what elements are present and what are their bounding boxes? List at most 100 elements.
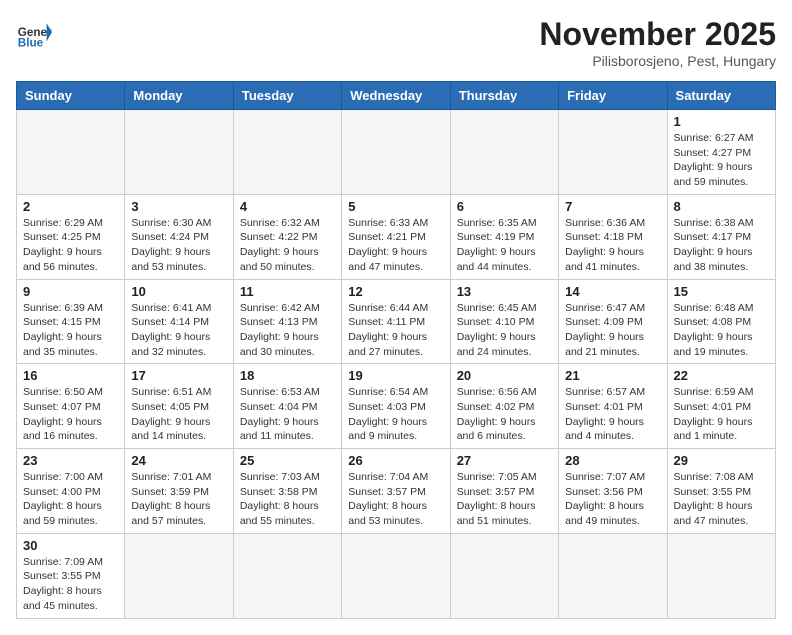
calendar-cell (450, 533, 558, 618)
location-subtitle: Pilisborosjeno, Pest, Hungary (539, 53, 776, 69)
calendar-cell: 12 Sunrise: 6:44 AM Sunset: 4:11 PM Dayli… (342, 279, 450, 364)
weekday-header-monday: Monday (125, 82, 233, 110)
day-info: Sunrise: 6:47 AM Sunset: 4:09 PM Dayligh… (565, 301, 660, 360)
day-info: Sunrise: 6:50 AM Sunset: 4:07 PM Dayligh… (23, 385, 118, 444)
calendar-cell (125, 110, 233, 195)
calendar-cell: 23 Sunrise: 7:00 AM Sunset: 4:00 PM Dayli… (17, 449, 125, 534)
weekday-header-sunday: Sunday (17, 82, 125, 110)
day-number: 19 (348, 368, 443, 383)
calendar-cell (342, 110, 450, 195)
day-number: 5 (348, 199, 443, 214)
day-info: Sunrise: 7:01 AM Sunset: 3:59 PM Dayligh… (131, 470, 226, 529)
calendar-cell (233, 533, 341, 618)
calendar-week-row: 9Sunrise: 6:39 AM Sunset: 4:15 PM Daylig… (17, 279, 776, 364)
weekday-header-wednesday: Wednesday (342, 82, 450, 110)
calendar-week-row: 30Sunrise: 7:09 AM Sunset: 3:55 PM Dayli… (17, 533, 776, 618)
calendar-cell: 10 Sunrise: 6:41 AM Sunset: 4:14 PM Dayli… (125, 279, 233, 364)
calendar-cell (559, 533, 667, 618)
svg-text:Blue: Blue (18, 37, 44, 50)
day-number: 28 (565, 453, 660, 468)
day-number: 22 (674, 368, 769, 383)
day-info: Sunrise: 7:04 AM Sunset: 3:57 PM Dayligh… (348, 470, 443, 529)
day-info: Sunrise: 6:38 AM Sunset: 4:17 PM Dayligh… (674, 216, 769, 275)
day-number: 18 (240, 368, 335, 383)
day-info: Sunrise: 6:41 AM Sunset: 4:14 PM Dayligh… (131, 301, 226, 360)
day-number: 29 (674, 453, 769, 468)
calendar-cell: 30Sunrise: 7:09 AM Sunset: 3:55 PM Dayli… (17, 533, 125, 618)
calendar-cell: 5 Sunrise: 6:33 AM Sunset: 4:21 PM Daylig… (342, 194, 450, 279)
day-number: 7 (565, 199, 660, 214)
month-year-title: November 2025 (539, 16, 776, 53)
calendar-cell (233, 110, 341, 195)
page-header: General Blue November 2025 Pilisborosjen… (16, 16, 776, 69)
day-number: 4 (240, 199, 335, 214)
day-info: Sunrise: 6:51 AM Sunset: 4:05 PM Dayligh… (131, 385, 226, 444)
calendar-cell: 21Sunrise: 6:57 AM Sunset: 4:01 PM Dayli… (559, 364, 667, 449)
calendar-cell: 29Sunrise: 7:08 AM Sunset: 3:55 PM Dayli… (667, 449, 775, 534)
day-info: Sunrise: 6:30 AM Sunset: 4:24 PM Dayligh… (131, 216, 226, 275)
weekday-header-saturday: Saturday (667, 82, 775, 110)
calendar-cell: 17Sunrise: 6:51 AM Sunset: 4:05 PM Dayli… (125, 364, 233, 449)
calendar-cell: 24 Sunrise: 7:01 AM Sunset: 3:59 PM Dayli… (125, 449, 233, 534)
day-number: 1 (674, 114, 769, 129)
weekday-header-tuesday: Tuesday (233, 82, 341, 110)
day-number: 23 (23, 453, 118, 468)
calendar-cell: 14Sunrise: 6:47 AM Sunset: 4:09 PM Dayli… (559, 279, 667, 364)
calendar-cell (450, 110, 558, 195)
calendar-cell: 20Sunrise: 6:56 AM Sunset: 4:02 PM Dayli… (450, 364, 558, 449)
calendar-week-row: 2 Sunrise: 6:29 AM Sunset: 4:25 PM Daylig… (17, 194, 776, 279)
calendar-cell: 27 Sunrise: 7:05 AM Sunset: 3:57 PM Dayli… (450, 449, 558, 534)
calendar-week-row: 16Sunrise: 6:50 AM Sunset: 4:07 PM Dayli… (17, 364, 776, 449)
day-info: Sunrise: 6:53 AM Sunset: 4:04 PM Dayligh… (240, 385, 335, 444)
calendar-cell: 26 Sunrise: 7:04 AM Sunset: 3:57 PM Dayli… (342, 449, 450, 534)
day-info: Sunrise: 6:27 AM Sunset: 4:27 PM Dayligh… (674, 131, 769, 190)
calendar-title-area: November 2025 Pilisborosjeno, Pest, Hung… (539, 16, 776, 69)
logo-icon: General Blue (16, 16, 52, 52)
calendar-cell (667, 533, 775, 618)
day-info: Sunrise: 6:32 AM Sunset: 4:22 PM Dayligh… (240, 216, 335, 275)
day-info: Sunrise: 6:48 AM Sunset: 4:08 PM Dayligh… (674, 301, 769, 360)
day-number: 2 (23, 199, 118, 214)
calendar-cell: 16Sunrise: 6:50 AM Sunset: 4:07 PM Dayli… (17, 364, 125, 449)
weekday-header-thursday: Thursday (450, 82, 558, 110)
day-info: Sunrise: 7:00 AM Sunset: 4:00 PM Dayligh… (23, 470, 118, 529)
calendar-cell: 6Sunrise: 6:35 AM Sunset: 4:19 PM Daylig… (450, 194, 558, 279)
calendar-cell: 9Sunrise: 6:39 AM Sunset: 4:15 PM Daylig… (17, 279, 125, 364)
weekday-header-row: SundayMondayTuesdayWednesdayThursdayFrid… (17, 82, 776, 110)
day-number: 9 (23, 284, 118, 299)
calendar-cell: 13Sunrise: 6:45 AM Sunset: 4:10 PM Dayli… (450, 279, 558, 364)
logo: General Blue (16, 16, 52, 52)
day-number: 24 (131, 453, 226, 468)
calendar-cell: 28 Sunrise: 7:07 AM Sunset: 3:56 PM Dayli… (559, 449, 667, 534)
calendar-cell (125, 533, 233, 618)
calendar-cell: 22Sunrise: 6:59 AM Sunset: 4:01 PM Dayli… (667, 364, 775, 449)
day-info: Sunrise: 6:44 AM Sunset: 4:11 PM Dayligh… (348, 301, 443, 360)
day-number: 13 (457, 284, 552, 299)
calendar-cell: 2 Sunrise: 6:29 AM Sunset: 4:25 PM Daylig… (17, 194, 125, 279)
day-number: 6 (457, 199, 552, 214)
day-info: Sunrise: 7:07 AM Sunset: 3:56 PM Dayligh… (565, 470, 660, 529)
day-number: 12 (348, 284, 443, 299)
day-number: 8 (674, 199, 769, 214)
day-info: Sunrise: 6:54 AM Sunset: 4:03 PM Dayligh… (348, 385, 443, 444)
day-info: Sunrise: 6:36 AM Sunset: 4:18 PM Dayligh… (565, 216, 660, 275)
day-number: 15 (674, 284, 769, 299)
day-info: Sunrise: 7:05 AM Sunset: 3:57 PM Dayligh… (457, 470, 552, 529)
day-number: 10 (131, 284, 226, 299)
calendar-table: SundayMondayTuesdayWednesdayThursdayFrid… (16, 81, 776, 619)
calendar-cell: 1 Sunrise: 6:27 AM Sunset: 4:27 PM Daylig… (667, 110, 775, 195)
day-number: 25 (240, 453, 335, 468)
day-info: Sunrise: 6:42 AM Sunset: 4:13 PM Dayligh… (240, 301, 335, 360)
calendar-cell: 18 Sunrise: 6:53 AM Sunset: 4:04 PM Dayli… (233, 364, 341, 449)
calendar-cell: 25Sunrise: 7:03 AM Sunset: 3:58 PM Dayli… (233, 449, 341, 534)
day-number: 26 (348, 453, 443, 468)
day-info: Sunrise: 6:33 AM Sunset: 4:21 PM Dayligh… (348, 216, 443, 275)
calendar-cell: 4 Sunrise: 6:32 AM Sunset: 4:22 PM Daylig… (233, 194, 341, 279)
day-info: Sunrise: 6:56 AM Sunset: 4:02 PM Dayligh… (457, 385, 552, 444)
day-number: 11 (240, 284, 335, 299)
day-number: 30 (23, 538, 118, 553)
day-number: 27 (457, 453, 552, 468)
day-info: Sunrise: 6:29 AM Sunset: 4:25 PM Dayligh… (23, 216, 118, 275)
calendar-cell: 15 Sunrise: 6:48 AM Sunset: 4:08 PM Dayli… (667, 279, 775, 364)
weekday-header-friday: Friday (559, 82, 667, 110)
